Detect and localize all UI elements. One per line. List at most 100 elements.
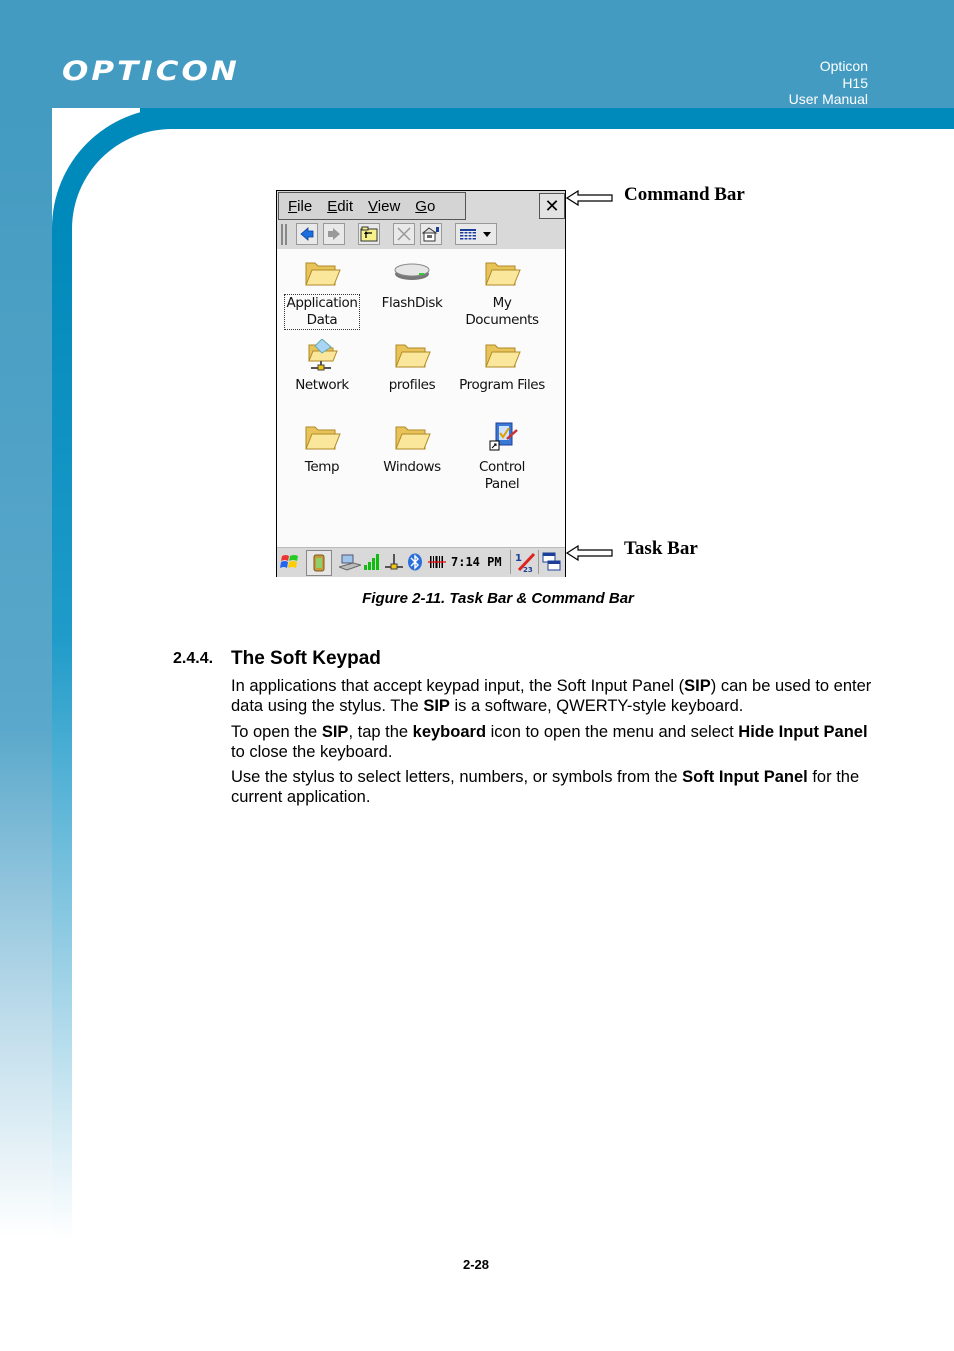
item-label: FlashDisk: [381, 295, 443, 311]
item-label: Temp: [304, 459, 340, 475]
barcode-icon: [428, 556, 446, 568]
header-corner: [0, 108, 200, 248]
list-item[interactable]: Control Panel: [457, 421, 547, 493]
list-item[interactable]: Temp: [277, 421, 367, 476]
back-button[interactable]: [296, 223, 318, 245]
left-band: [0, 108, 52, 1238]
folder-icon: [485, 262, 521, 286]
item-label: My Documents: [465, 295, 539, 328]
connection-icon: [339, 554, 361, 571]
text-run: icon to open the menu and select: [486, 723, 739, 741]
menu-file[interactable]: File: [288, 198, 312, 215]
start-icon: [280, 555, 298, 568]
folder-icon: [395, 426, 431, 450]
menu-view[interactable]: View: [368, 198, 400, 215]
command-bar: File Edit View Go ✕: [277, 191, 565, 249]
list-item[interactable]: Network: [277, 339, 367, 394]
header-doc-type: User Manual: [788, 91, 868, 107]
bluetooth-icon: [408, 553, 422, 571]
forward-button[interactable]: [323, 223, 345, 245]
list-item[interactable]: profiles: [367, 339, 457, 394]
list-item[interactable]: Program Files: [457, 339, 547, 394]
item-label: profiles: [388, 377, 436, 393]
properties-icon: [422, 227, 439, 242]
connection-status[interactable]: [339, 552, 361, 572]
bold-term: SIP: [684, 677, 711, 695]
start-button[interactable]: [280, 552, 300, 572]
delete-button[interactable]: [393, 223, 415, 245]
list-item[interactable]: My Documents: [457, 257, 547, 329]
item-label: Network: [295, 377, 349, 393]
bold-term: SIP: [423, 697, 450, 715]
folder-icon: [395, 344, 431, 368]
bluetooth-status[interactable]: [407, 552, 423, 572]
up-folder-button[interactable]: [358, 223, 380, 245]
section-number: 2.4.4.: [173, 650, 214, 667]
clock[interactable]: 7:14 PM: [451, 552, 502, 572]
switch-window-icon: [542, 552, 561, 571]
device-screenshot: File Edit View Go ✕ Application Data Fla…: [276, 190, 566, 577]
item-label: Program Files: [459, 377, 545, 393]
list-item[interactable]: Application Data: [277, 257, 367, 330]
input-panel-icon: 123: [515, 552, 536, 573]
paragraph: In applications that accept keypad input…: [231, 676, 876, 716]
command-bar-arrow-icon: [566, 190, 613, 206]
paragraph: Use the stylus to select letters, number…: [231, 767, 876, 807]
bold-term: Soft Input Panel: [682, 768, 808, 786]
header-company: Opticon: [819, 58, 868, 74]
signal-status[interactable]: [363, 552, 381, 572]
control-panel-icon: [489, 422, 518, 451]
bold-term: keyboard: [412, 723, 487, 741]
task-bar: 7:14 PM 1 23: [277, 547, 565, 577]
close-button[interactable]: ✕: [539, 193, 565, 219]
up-folder-icon: [360, 226, 378, 242]
list-item[interactable]: Windows: [367, 421, 457, 476]
menu-go[interactable]: Go: [415, 198, 435, 215]
back-icon: [300, 227, 314, 241]
left-stripe: [52, 230, 72, 1240]
section-title: The Soft Keypad: [231, 648, 381, 669]
item-label: Windows: [383, 459, 441, 475]
figure-caption: Figure 2-11. Task Bar & Command Bar: [362, 590, 634, 607]
item-label: Application Data: [284, 294, 360, 330]
signal-icon: [364, 554, 379, 570]
switch-window-button[interactable]: [538, 550, 562, 574]
toolbar: [277, 221, 565, 249]
network-icon: [385, 554, 403, 570]
toolbar-grip[interactable]: [281, 224, 287, 245]
forward-icon: [328, 228, 340, 240]
delete-icon: [397, 227, 411, 241]
network-status[interactable]: [384, 552, 404, 572]
view-menu-button[interactable]: [455, 223, 497, 245]
folder-icon: [305, 262, 341, 286]
text-run: to close the keyboard.: [231, 743, 393, 761]
menu-bar: File Edit View Go: [278, 192, 466, 220]
bold-term: SIP: [321, 723, 349, 741]
network-folder-icon: [308, 339, 338, 371]
bold-term: Hide Input Panel: [738, 723, 868, 741]
input-panel-button[interactable]: 1 23: [510, 550, 536, 574]
battery-icon: [313, 554, 325, 572]
text-run: Use the stylus to select letters, number…: [231, 768, 683, 786]
text-run: , tap the: [348, 723, 413, 741]
text-run: To open the: [231, 723, 322, 741]
folder-icon: [305, 426, 341, 450]
page-number: 2-28: [462, 1257, 490, 1272]
properties-button[interactable]: [420, 223, 442, 245]
header-doc-info: Opticon H15 User Manual: [789, 58, 868, 108]
svg-text:23: 23: [523, 566, 533, 573]
flashdisk-icon: [394, 263, 430, 280]
header-stripe: [140, 108, 954, 129]
svg-text:1: 1: [515, 553, 522, 564]
menu-edit[interactable]: Edit: [327, 198, 353, 215]
opticon-logo: OPTICON: [62, 56, 240, 87]
task-bar-callout: Task Bar: [624, 538, 698, 559]
header-model: H15: [842, 74, 868, 91]
battery-button[interactable]: [306, 550, 332, 576]
view-menu-icon: [460, 229, 491, 240]
command-bar-callout: Command Bar: [624, 184, 745, 205]
list-item[interactable]: FlashDisk: [367, 257, 457, 312]
barcode-status[interactable]: [428, 552, 446, 572]
task-bar-arrow-icon: [566, 545, 613, 561]
item-label: Control Panel: [479, 459, 525, 492]
